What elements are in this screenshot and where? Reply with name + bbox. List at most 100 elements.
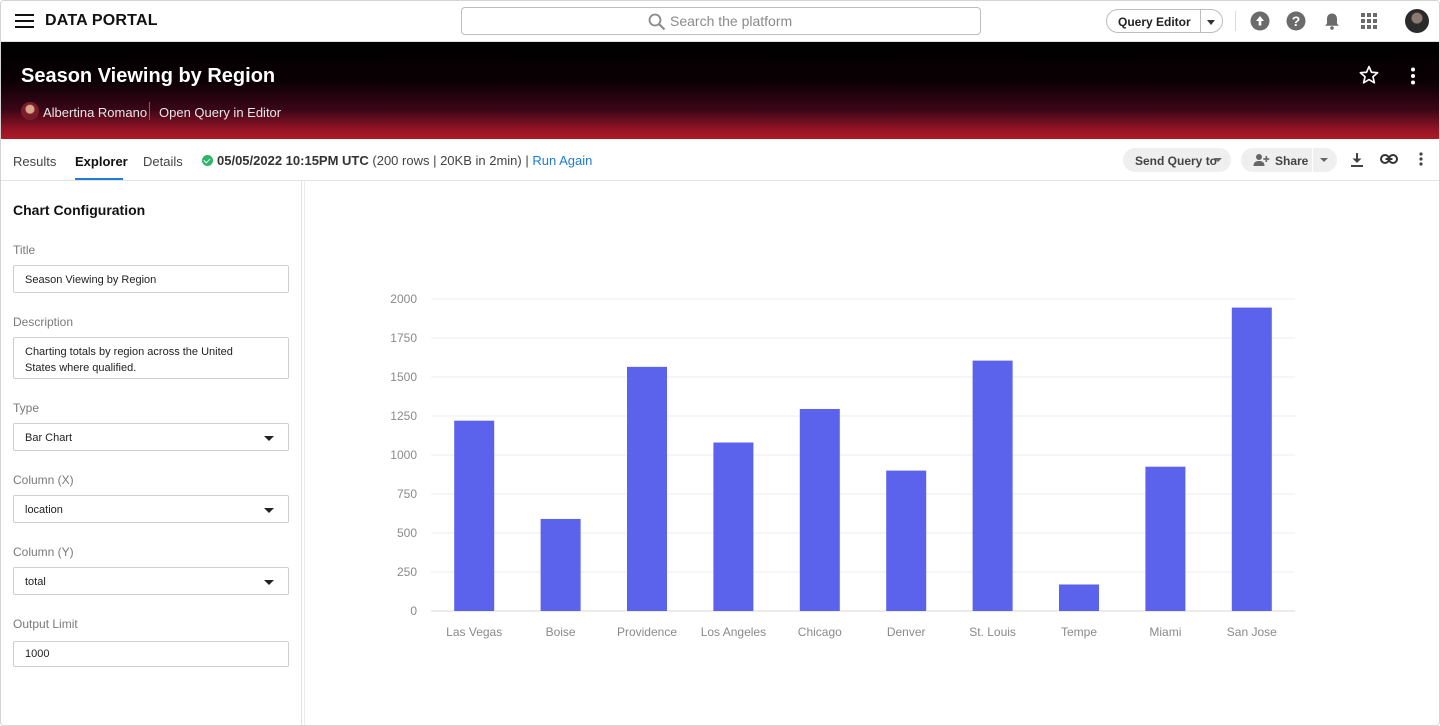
run-status: 05/05/2022 10:15PM UTC (200 rows | 20KB … [202,153,592,168]
bell-icon[interactable] [1322,11,1342,31]
y-tick-label: 0 [410,604,417,618]
top-bar: DATA PORTAL Query Editor ? [1,1,1439,42]
column-x-value: location [25,504,63,516]
tabs-toolbar: Results Explorer Details 05/05/2022 10:1… [1,139,1439,181]
chart-configuration-panel: Chart Configuration Title Season Viewing… [1,181,305,725]
x-tick-label: Miami [1149,625,1181,639]
run-again-link[interactable]: Run Again [532,153,592,168]
bar[interactable] [1231,307,1272,611]
split-divider [1200,10,1201,32]
y-tick-label: 1750 [390,331,417,345]
tab-details[interactable]: Details [143,154,183,169]
y-tick-label: 750 [397,487,417,501]
x-tick-label: Los Angeles [701,625,766,639]
more-vert-icon[interactable] [1418,152,1424,166]
description-textarea[interactable]: Charting totals by region across the Uni… [13,337,289,379]
add-person-icon [1253,154,1270,166]
y-tick-label: 250 [397,565,417,579]
author-avatar [21,102,39,120]
header-divider [149,102,150,120]
y-tick-label: 1000 [390,448,417,462]
output-limit-value: 1000 [25,648,50,660]
column-y-value: total [25,576,46,588]
upload-icon[interactable] [1250,11,1270,31]
bar[interactable] [540,518,581,611]
dropdown-arrow-icon [264,436,274,441]
title-input[interactable]: Season Viewing by Region [13,265,289,293]
search-icon [648,13,666,31]
svg-text:?: ? [1292,13,1301,29]
output-limit-label: Output Limit [13,617,78,631]
column-y-select[interactable]: total [13,567,289,595]
author-name[interactable]: Albertina Romano [43,105,147,120]
dropdown-arrow-icon [264,508,274,513]
bar[interactable] [1059,584,1099,611]
chevron-down-icon[interactable] [1320,158,1328,162]
menu-icon[interactable] [15,14,34,28]
brand-name: DATA PORTAL [45,12,158,29]
user-avatar[interactable] [1405,9,1429,33]
bar[interactable] [972,360,1013,611]
active-tab-indicator [75,178,123,180]
description-label: Description [13,315,74,329]
type-label: Type [13,401,40,415]
output-limit-input[interactable]: 1000 [13,641,289,667]
help-icon[interactable]: ? [1286,11,1306,31]
title-value: Season Viewing by Region [25,274,157,286]
search-input[interactable] [670,11,960,31]
chevron-down-icon [1214,158,1222,162]
page-header-banner: Season Viewing by Region Albertina Roman… [1,42,1439,139]
bar[interactable] [454,420,495,611]
dropdown-arrow-icon [264,580,274,585]
run-timestamp: 05/05/2022 10:15PM UTC [217,153,369,168]
share-label: Share [1275,154,1309,168]
open-query-link[interactable]: Open Query in Editor [159,105,281,120]
type-value: Bar Chart [25,432,73,444]
x-tick-label: St. Louis [969,625,1016,639]
x-tick-label: San Jose [1227,625,1277,639]
chart-area: 0 250 500 750 1000 1250 1500 1750 2000 Las Vegas B… [305,182,1439,725]
chevron-down-icon[interactable] [1207,20,1215,25]
bar[interactable] [799,408,840,611]
more-vert-icon[interactable] [1410,67,1416,85]
share-button[interactable]: Share [1241,148,1337,172]
bar[interactable] [1145,466,1186,611]
x-tick-label: Denver [887,625,926,639]
description-value: Charting totals by region across the Uni… [25,346,233,374]
column-x-label: Column (X) [13,473,74,487]
download-icon[interactable] [1350,152,1364,167]
x-tick-label: Las Vegas [446,625,502,639]
apps-grid-icon[interactable] [1359,11,1379,31]
run-info: (200 rows | 20KB in 2min) | [372,153,529,168]
type-select[interactable]: Bar Chart [13,423,289,451]
bar[interactable] [713,442,754,611]
query-editor-button[interactable]: Query Editor [1106,9,1223,33]
link-icon[interactable] [1380,153,1398,165]
query-editor-label: Query Editor [1118,15,1191,29]
bar[interactable] [627,366,667,611]
x-tick-label: Boise [546,625,576,639]
bar-chart: 0 250 500 750 1000 1250 1500 1750 2000 Las Vegas B… [390,292,1295,639]
search-box[interactable] [461,7,981,35]
page-title: Season Viewing by Region [21,65,276,87]
y-tick-label: 1500 [390,370,417,384]
send-query-button[interactable]: Send Query to [1123,148,1231,172]
panel-heading: Chart Configuration [13,202,146,218]
bar[interactable] [886,470,927,611]
column-x-select[interactable]: location [13,495,289,523]
y-tick-label: 500 [397,526,417,540]
tab-explorer[interactable]: Explorer [75,154,128,169]
app-window: DATA PORTAL Query Editor ? [0,0,1440,726]
y-tick-label: 2000 [390,292,417,306]
x-tick-label: Chicago [798,625,842,639]
star-icon[interactable] [1358,64,1380,86]
title-label: Title [13,243,36,257]
x-tick-label: Tempe [1061,625,1097,639]
column-y-label: Column (Y) [13,545,74,559]
send-query-label: Send Query to [1135,154,1218,168]
split-divider [1312,148,1313,172]
x-tick-label: Providence [617,625,677,639]
tab-results[interactable]: Results [13,154,56,169]
y-tick-label: 1250 [390,409,417,423]
toolbar-divider [1235,11,1236,31]
